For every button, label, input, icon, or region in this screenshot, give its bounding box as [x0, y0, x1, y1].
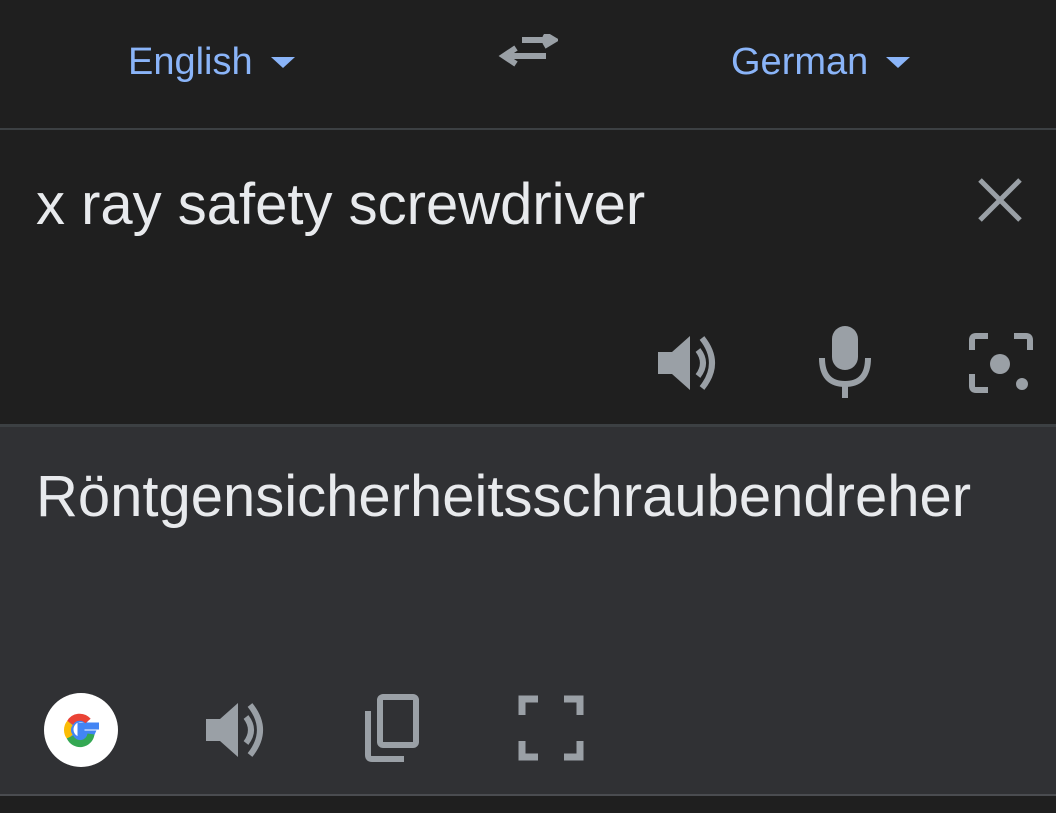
speaker-icon[interactable] [200, 695, 270, 765]
source-language-label: English [128, 40, 253, 83]
swap-languages-icon[interactable] [498, 34, 558, 86]
bottom-divider [0, 796, 1056, 813]
caret-down-icon [886, 57, 911, 68]
google-logo-button[interactable] [44, 693, 118, 767]
speaker-icon[interactable] [652, 328, 722, 398]
translated-text: Röntgensicherheitsschraubendreher [36, 464, 972, 529]
camera-lens-icon[interactable] [966, 328, 1036, 398]
microphone-icon[interactable] [810, 322, 880, 402]
target-language-button[interactable]: German [731, 38, 912, 86]
google-g-icon [64, 713, 99, 748]
source-text-input[interactable]: x ray safety screwdriver [36, 170, 936, 240]
input-panel: x ray safety screwdriver [0, 130, 1056, 427]
language-bar: English German [0, 0, 1056, 130]
caret-down-icon [270, 57, 295, 68]
close-icon[interactable] [970, 170, 1030, 230]
source-language-button[interactable]: English [128, 38, 297, 86]
target-language-label: German [731, 40, 869, 83]
translation-panel: Röntgensicherheitsschraubendreher [0, 427, 1056, 796]
fullscreen-icon[interactable] [516, 693, 586, 763]
copy-icon[interactable] [360, 693, 424, 763]
